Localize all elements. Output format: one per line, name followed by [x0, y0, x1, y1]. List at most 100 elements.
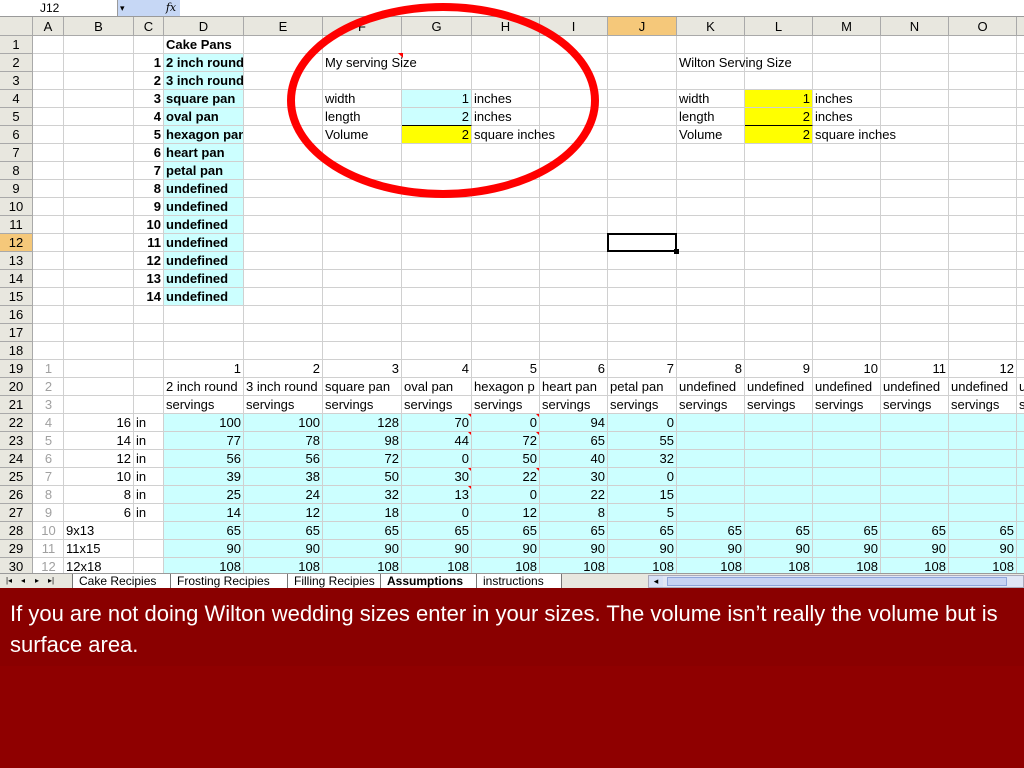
grid-cell[interactable] — [402, 216, 472, 234]
pan-size-cell[interactable]: 10 — [64, 468, 134, 486]
grid-cell[interactable] — [813, 162, 881, 180]
servings-value-cell[interactable] — [813, 432, 881, 450]
grid-cell[interactable] — [64, 396, 134, 414]
insert-function-icon[interactable]: fx — [162, 0, 180, 16]
servings-value-cell[interactable]: 108 — [745, 558, 813, 573]
grid-cell[interactable] — [813, 270, 881, 288]
grid-cell[interactable] — [244, 270, 323, 288]
grid-cell[interactable] — [608, 270, 677, 288]
pan-size-cell[interactable]: 14 — [64, 432, 134, 450]
servings-value-cell[interactable]: 108 — [677, 558, 745, 573]
grid-cell[interactable] — [608, 252, 677, 270]
row-header-26[interactable]: 26 — [0, 486, 33, 504]
column-header-e[interactable]: E — [244, 17, 323, 36]
servings-value-cell[interactable]: 40 — [540, 450, 608, 468]
column-header-j[interactable]: J — [608, 17, 677, 36]
unit-cell[interactable] — [134, 558, 164, 573]
grid-cell[interactable] — [813, 144, 881, 162]
grid-cell[interactable] — [608, 144, 677, 162]
servings-value-cell[interactable]: 65 — [244, 522, 323, 540]
servings-value-cell[interactable]: 44 — [402, 432, 472, 450]
column-header-c[interactable]: C — [134, 17, 164, 36]
grid-cell[interactable] — [949, 216, 1017, 234]
cell-g20[interactable]: oval pan — [402, 378, 472, 396]
grid-cell[interactable] — [64, 324, 134, 342]
grid-cell[interactable] — [677, 288, 745, 306]
servings-value-cell[interactable] — [677, 414, 745, 432]
grid-cell[interactable] — [64, 378, 134, 396]
unit-cell[interactable]: in — [134, 414, 164, 432]
cell-n20[interactable]: undefined — [881, 378, 949, 396]
unit-cell[interactable]: in — [134, 450, 164, 468]
column-header-a[interactable]: A — [33, 17, 64, 36]
row-header-30[interactable]: 30 — [0, 558, 33, 573]
cell-j19[interactable]: 7 — [608, 360, 677, 378]
servings-value-cell[interactable]: 90 — [540, 540, 608, 558]
formula-input[interactable] — [180, 0, 1024, 16]
grid-cell[interactable] — [244, 324, 323, 342]
cell-m19[interactable]: 10 — [813, 360, 881, 378]
grid-cell[interactable] — [540, 342, 608, 360]
grid-cell[interactable] — [608, 324, 677, 342]
grid-cell[interactable] — [64, 360, 134, 378]
grid-cell[interactable] — [881, 180, 949, 198]
grid-cell[interactable] — [608, 162, 677, 180]
grid-cell[interactable] — [134, 342, 164, 360]
servings-value-cell[interactable]: 65 — [540, 432, 608, 450]
row-header-12[interactable]: 12 — [0, 234, 33, 252]
servings-value-cell[interactable]: 65 — [813, 522, 881, 540]
servings-value-cell[interactable]: 24 — [244, 486, 323, 504]
grid-cell[interactable] — [745, 234, 813, 252]
grid-cell[interactable] — [134, 378, 164, 396]
grid-cell[interactable] — [949, 72, 1017, 90]
grid-cell[interactable] — [881, 342, 949, 360]
cell-d14[interactable]: undefined — [164, 270, 244, 288]
servings-value-cell[interactable]: 8 — [540, 504, 608, 522]
grid-cell[interactable] — [1017, 180, 1024, 198]
unit-cell[interactable]: in — [134, 486, 164, 504]
grid-cell[interactable] — [33, 306, 64, 324]
cell-o20[interactable]: undefined — [949, 378, 1017, 396]
grid-cell[interactable] — [64, 126, 134, 144]
cell-d10[interactable]: undefined — [164, 198, 244, 216]
cell-d3[interactable]: 3 inch rounds — [164, 72, 244, 90]
sheet-tab-instructions[interactable]: instructions — [476, 574, 562, 589]
servings-value-cell[interactable] — [1017, 486, 1024, 504]
cell-e21[interactable]: servings — [244, 396, 323, 414]
grid-cell[interactable] — [402, 252, 472, 270]
cell-m5[interactable]: inches — [813, 108, 881, 126]
grid-cell[interactable] — [402, 324, 472, 342]
sheet-tab-frosting-recipies[interactable]: Frosting Recipies — [170, 574, 291, 589]
grid-cell[interactable] — [745, 216, 813, 234]
servings-value-cell[interactable]: 32 — [608, 450, 677, 468]
cell-m6[interactable]: square inches — [813, 126, 896, 144]
grid-cell[interactable] — [881, 36, 949, 54]
grid-cell[interactable] — [881, 252, 949, 270]
servings-value-cell[interactable] — [1017, 522, 1024, 540]
grid-cell[interactable] — [949, 108, 1017, 126]
grid-cell[interactable] — [472, 198, 540, 216]
row-header-5[interactable]: 5 — [0, 108, 33, 126]
row-header-23[interactable]: 23 — [0, 432, 33, 450]
grid-cell[interactable] — [33, 54, 64, 72]
cell-c9[interactable]: 8 — [134, 180, 164, 198]
grid-cell[interactable] — [813, 288, 881, 306]
grid-cell[interactable] — [323, 324, 402, 342]
servings-value-cell[interactable]: 90 — [677, 540, 745, 558]
grid-cell[interactable] — [1017, 162, 1024, 180]
grid-cell[interactable] — [33, 144, 64, 162]
servings-value-cell[interactable]: 108 — [244, 558, 323, 573]
grid-cell[interactable] — [881, 54, 949, 72]
grid-cell[interactable] — [745, 162, 813, 180]
cell-c15[interactable]: 14 — [134, 288, 164, 306]
cell-d8[interactable]: petal pan — [164, 162, 244, 180]
grid-cell[interactable] — [1017, 306, 1024, 324]
grid-cell[interactable] — [949, 306, 1017, 324]
servings-value-cell[interactable] — [745, 468, 813, 486]
servings-value-cell[interactable]: 0 — [608, 468, 677, 486]
servings-value-cell[interactable] — [949, 504, 1017, 522]
cell-k4[interactable]: width — [677, 90, 745, 108]
grid-cell[interactable] — [244, 342, 323, 360]
servings-value-cell[interactable] — [745, 414, 813, 432]
unit-cell[interactable]: in — [134, 504, 164, 522]
